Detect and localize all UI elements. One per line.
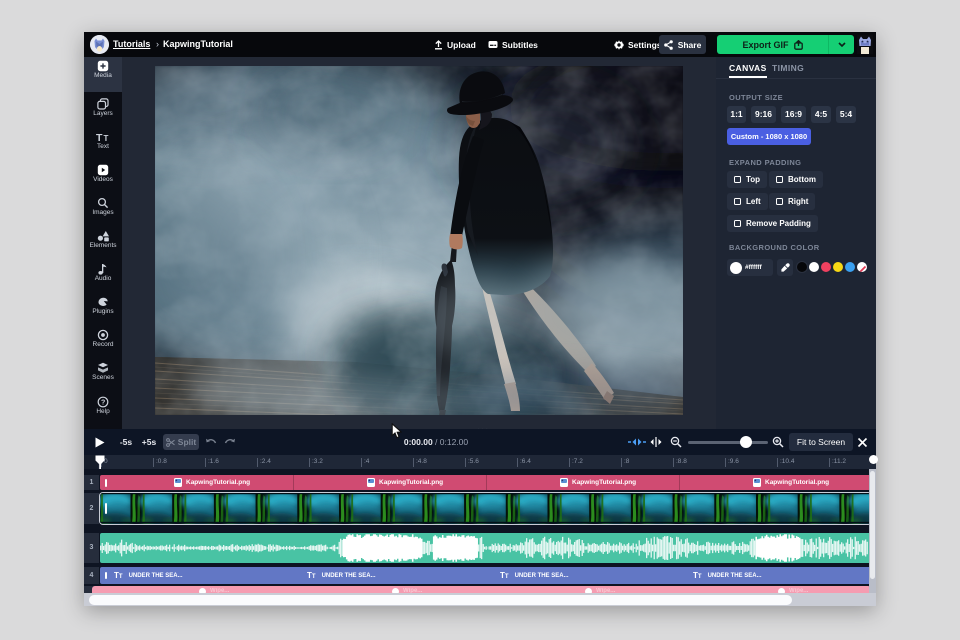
svg-text:?: ? xyxy=(101,400,105,407)
svg-text:T: T xyxy=(96,132,103,143)
svg-text:T: T xyxy=(104,134,109,143)
